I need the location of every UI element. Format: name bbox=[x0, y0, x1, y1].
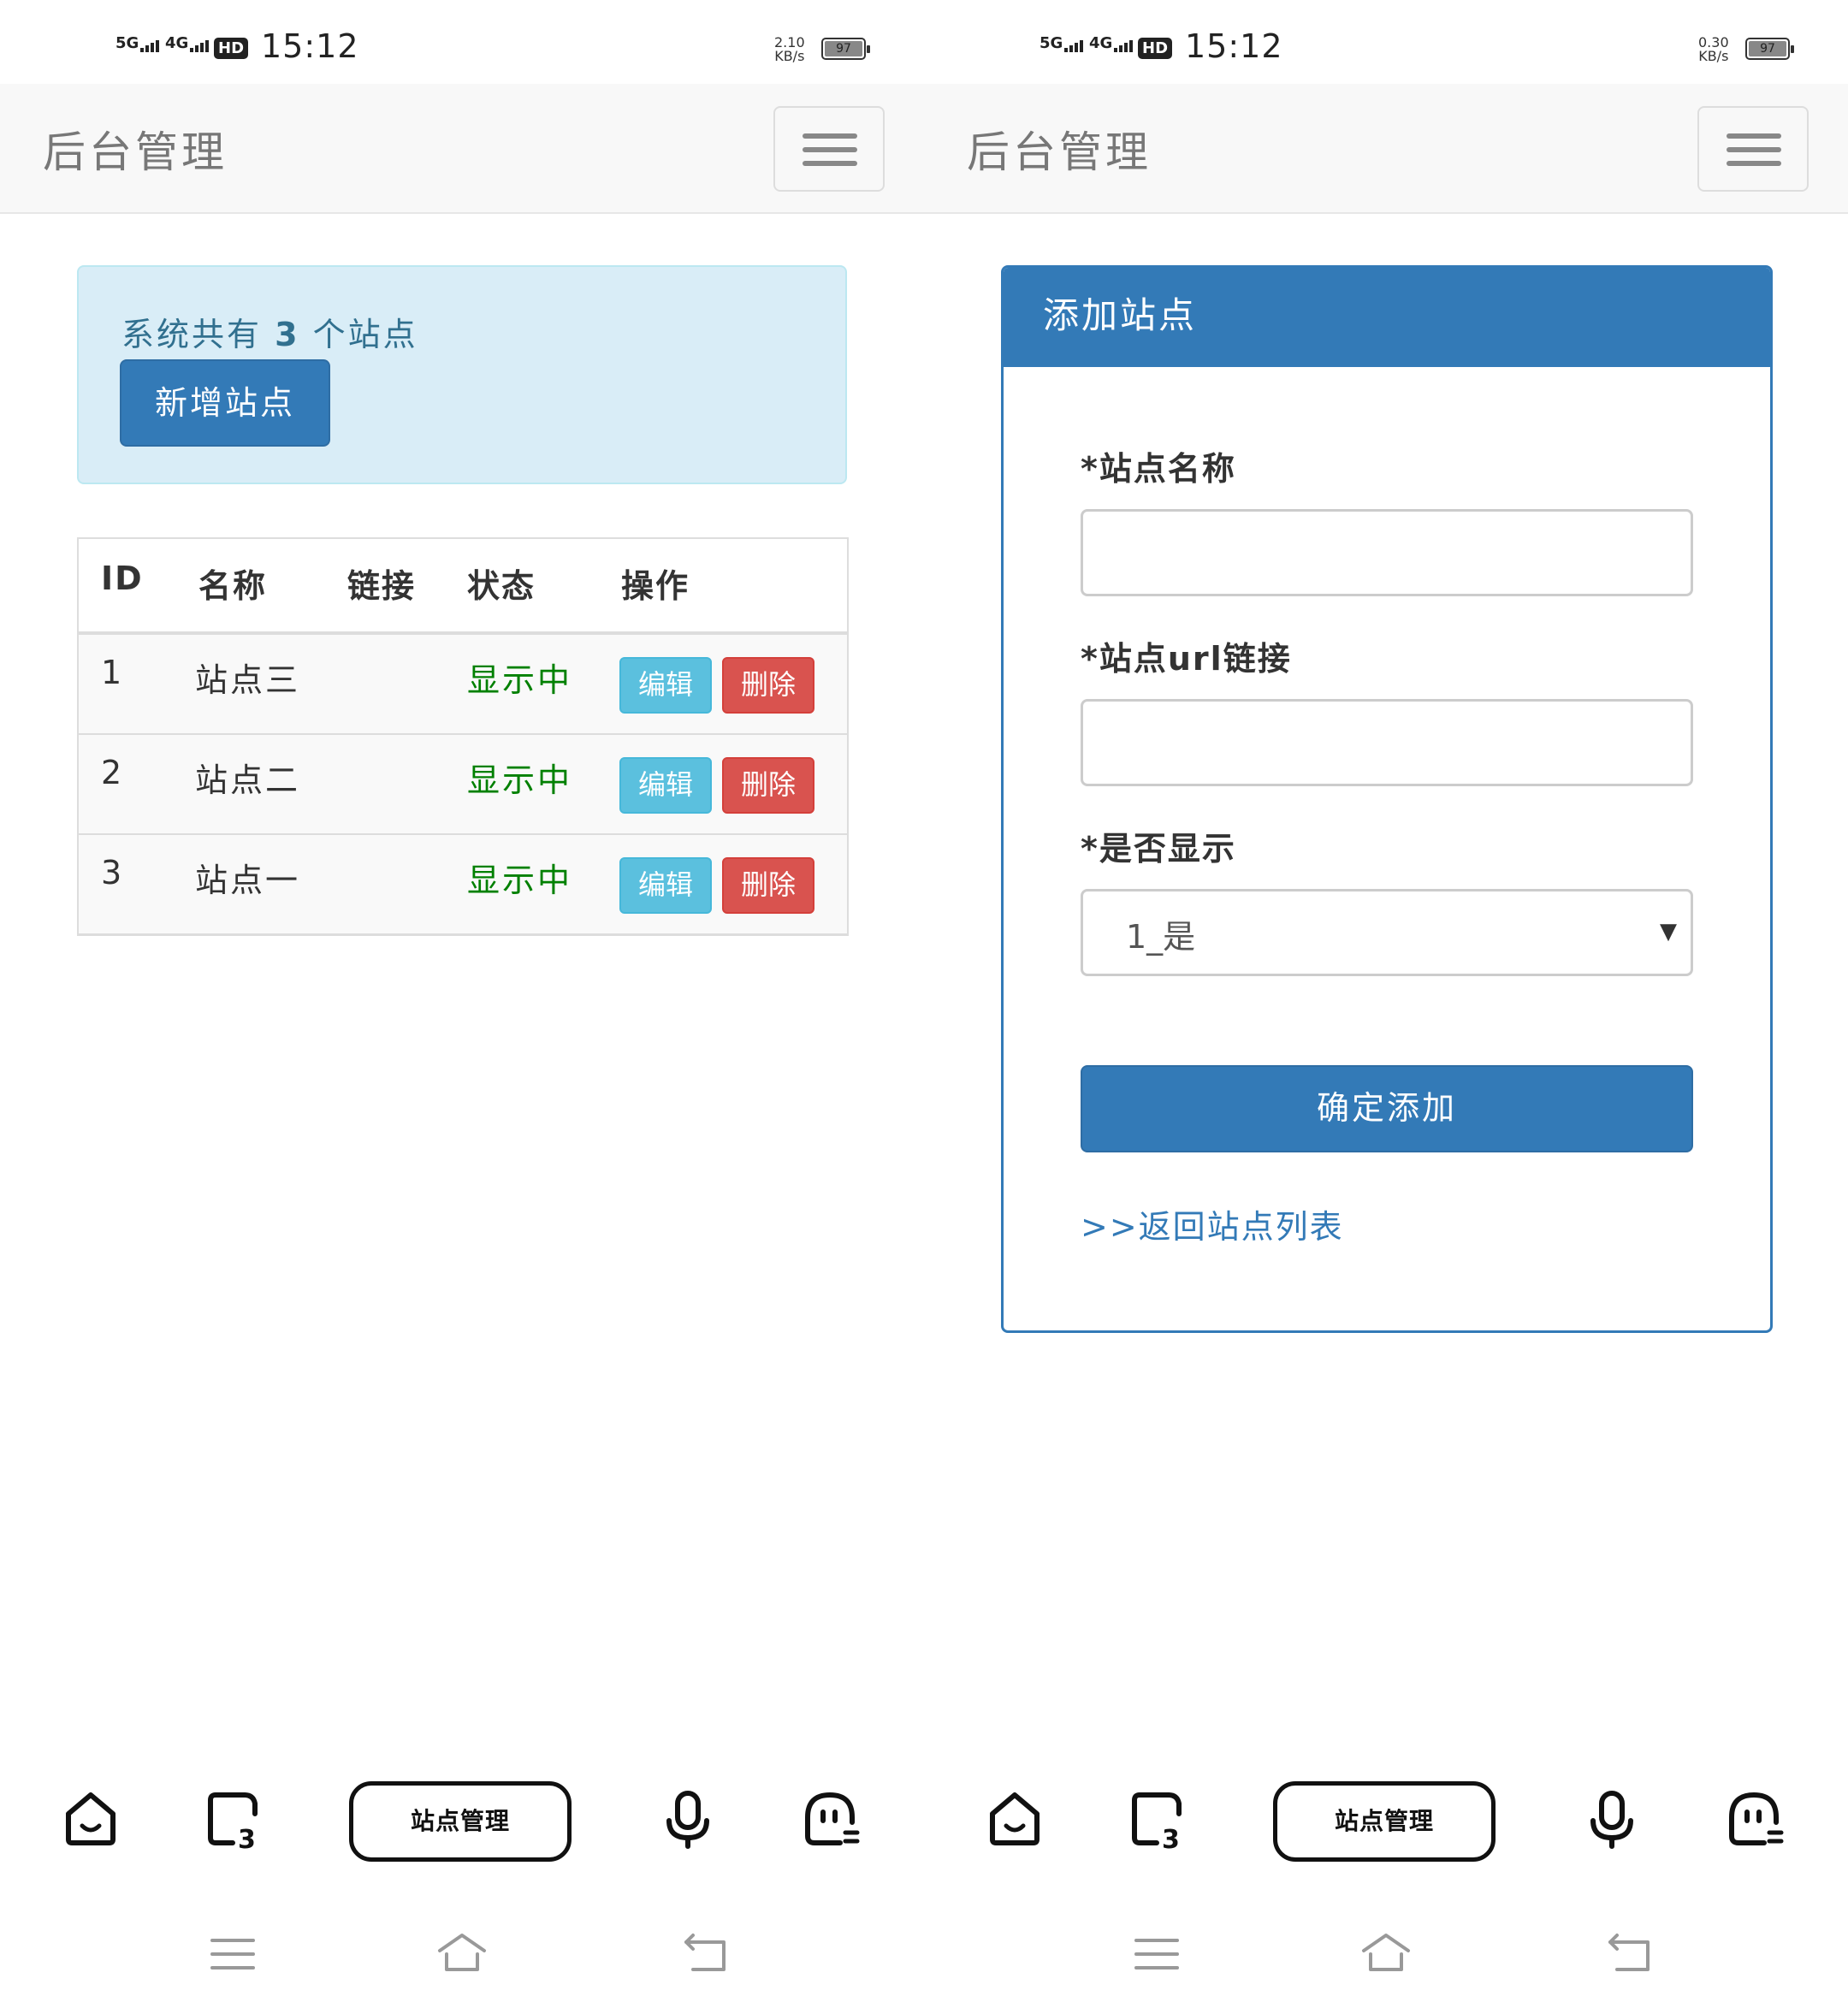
site-title-pill[interactable]: 站点管理 bbox=[349, 1781, 572, 1862]
site-name-label: *站点名称 bbox=[1081, 450, 1236, 488]
edit-button[interactable]: 编辑 bbox=[619, 657, 712, 714]
add-site-panel: 添加站点 *站点名称 *站点url链接 *是否显示 1_是 ▼ 确定添加 >>返… bbox=[1001, 265, 1773, 1333]
delete-button[interactable]: 删除 bbox=[722, 757, 814, 814]
back-icon[interactable] bbox=[1605, 1928, 1656, 1980]
row-id: 2 bbox=[101, 754, 125, 791]
back-to-list-link[interactable]: >>返回站点列表 bbox=[1081, 1200, 1344, 1247]
system-navigation-bar bbox=[0, 1916, 924, 2002]
delete-button[interactable]: 删除 bbox=[722, 657, 814, 714]
tabs-count: 3 bbox=[238, 1825, 256, 1850]
signal-5g-icon: 5G bbox=[1040, 34, 1085, 52]
clock: 15:12 bbox=[1185, 27, 1283, 65]
network-speed: 0.30 KB/s bbox=[1698, 34, 1729, 64]
navbar-toggle-button[interactable] bbox=[1697, 106, 1809, 192]
row-id: 3 bbox=[101, 854, 125, 891]
delete-button[interactable]: 删除 bbox=[722, 857, 814, 914]
home-icon[interactable] bbox=[436, 1928, 488, 1980]
site-url-label: *站点url链接 bbox=[1081, 640, 1292, 678]
add-site-button[interactable]: 新增站点 bbox=[120, 359, 330, 447]
battery-icon: 97 bbox=[1745, 38, 1794, 60]
home-icon[interactable] bbox=[984, 1788, 1045, 1850]
tabs-count: 3 bbox=[1162, 1825, 1180, 1850]
add-site-screen: 5G 4G HD 15:12 0.30 KB/s 97 后台管理 添加站点 *站点… bbox=[924, 0, 1848, 2002]
column-header-link: 链接 bbox=[347, 567, 417, 605]
table-row: 1 站点三 显示中 编辑 删除 bbox=[79, 635, 847, 735]
row-name: 站点一 bbox=[195, 862, 301, 899]
hd-voice-icon: HD bbox=[1138, 38, 1173, 59]
confirm-add-button[interactable]: 确定添加 bbox=[1081, 1065, 1693, 1152]
panel-heading: 添加站点 bbox=[1004, 268, 1770, 367]
navbar: 后台管理 bbox=[924, 84, 1848, 214]
table-header: ID 名称 链接 状态 操作 bbox=[79, 539, 847, 635]
menu-icon[interactable] bbox=[207, 1928, 258, 1980]
table-row: 3 站点一 显示中 编辑 删除 bbox=[79, 835, 847, 935]
site-table: ID 名称 链接 状态 操作 1 站点三 显示中 编辑 删除 2 站点二 显示中… bbox=[77, 537, 849, 936]
tabs-icon[interactable]: 3 bbox=[204, 1788, 265, 1855]
site-name-input[interactable] bbox=[1081, 509, 1693, 596]
browser-bottom-bar: 3 站点管理 bbox=[924, 1771, 1848, 1865]
microphone-icon[interactable] bbox=[657, 1788, 719, 1850]
system-navigation-bar bbox=[924, 1916, 1848, 2002]
row-status: 显示中 bbox=[467, 761, 573, 799]
navbar-brand[interactable]: 后台管理 bbox=[43, 118, 228, 180]
row-id: 1 bbox=[101, 654, 125, 691]
signal-4g-icon: 4G bbox=[165, 34, 210, 52]
tabs-icon[interactable]: 3 bbox=[1128, 1788, 1189, 1855]
microphone-icon[interactable] bbox=[1581, 1788, 1643, 1850]
status-bar: 5G 4G HD 15:12 0.30 KB/s 97 bbox=[924, 0, 1848, 84]
panel-title: 添加站点 bbox=[1043, 294, 1198, 336]
menu-icon[interactable] bbox=[1131, 1928, 1182, 1980]
column-header-status: 状态 bbox=[467, 567, 536, 605]
navbar-brand[interactable]: 后台管理 bbox=[967, 118, 1152, 180]
home-icon[interactable] bbox=[1360, 1928, 1412, 1980]
display-select-value: 1_是 bbox=[1126, 918, 1196, 956]
status-bar: 5G 4G HD 15:12 2.10 KB/s 97 bbox=[0, 0, 924, 84]
row-name: 站点三 bbox=[195, 661, 301, 699]
row-name: 站点二 bbox=[195, 761, 301, 799]
site-title-pill[interactable]: 站点管理 bbox=[1273, 1781, 1496, 1862]
hd-voice-icon: HD bbox=[214, 38, 249, 59]
table-row: 2 站点二 显示中 编辑 删除 bbox=[79, 735, 847, 835]
signal-5g-icon: 5G bbox=[116, 34, 161, 52]
hamburger-icon bbox=[1727, 133, 1781, 139]
network-speed: 2.10 KB/s bbox=[774, 34, 805, 64]
clock: 15:12 bbox=[261, 27, 359, 65]
column-header-name: 名称 bbox=[198, 567, 268, 605]
hamburger-icon bbox=[803, 133, 857, 139]
navbar-toggle-button[interactable] bbox=[773, 106, 885, 192]
column-header-actions: 操作 bbox=[621, 567, 690, 605]
chevron-down-icon: ▼ bbox=[1660, 919, 1677, 945]
site-count-alert: 系统共有 3 个站点 新增站点 bbox=[77, 265, 847, 484]
browser-bottom-bar: 3 站点管理 bbox=[0, 1771, 924, 1865]
row-status: 显示中 bbox=[467, 661, 573, 699]
site-count-text: 系统共有 3 个站点 bbox=[121, 316, 418, 353]
row-status: 显示中 bbox=[467, 862, 573, 899]
home-icon[interactable] bbox=[60, 1788, 121, 1850]
edit-button[interactable]: 编辑 bbox=[619, 757, 712, 814]
back-icon[interactable] bbox=[681, 1928, 732, 1980]
display-label: *是否显示 bbox=[1081, 830, 1236, 868]
display-select[interactable]: 1_是 ▼ bbox=[1081, 889, 1693, 976]
site-list-screen: 5G 4G HD 15:12 2.10 KB/s 97 后台管理 系统共有 3 个… bbox=[0, 0, 924, 2002]
edit-button[interactable]: 编辑 bbox=[619, 857, 712, 914]
signal-4g-icon: 4G bbox=[1089, 34, 1134, 52]
site-url-input[interactable] bbox=[1081, 699, 1693, 786]
assistant-icon[interactable] bbox=[1725, 1788, 1786, 1850]
battery-icon: 97 bbox=[821, 38, 870, 60]
column-header-id: ID bbox=[101, 560, 144, 597]
assistant-icon[interactable] bbox=[801, 1788, 862, 1850]
navbar: 后台管理 bbox=[0, 84, 924, 214]
